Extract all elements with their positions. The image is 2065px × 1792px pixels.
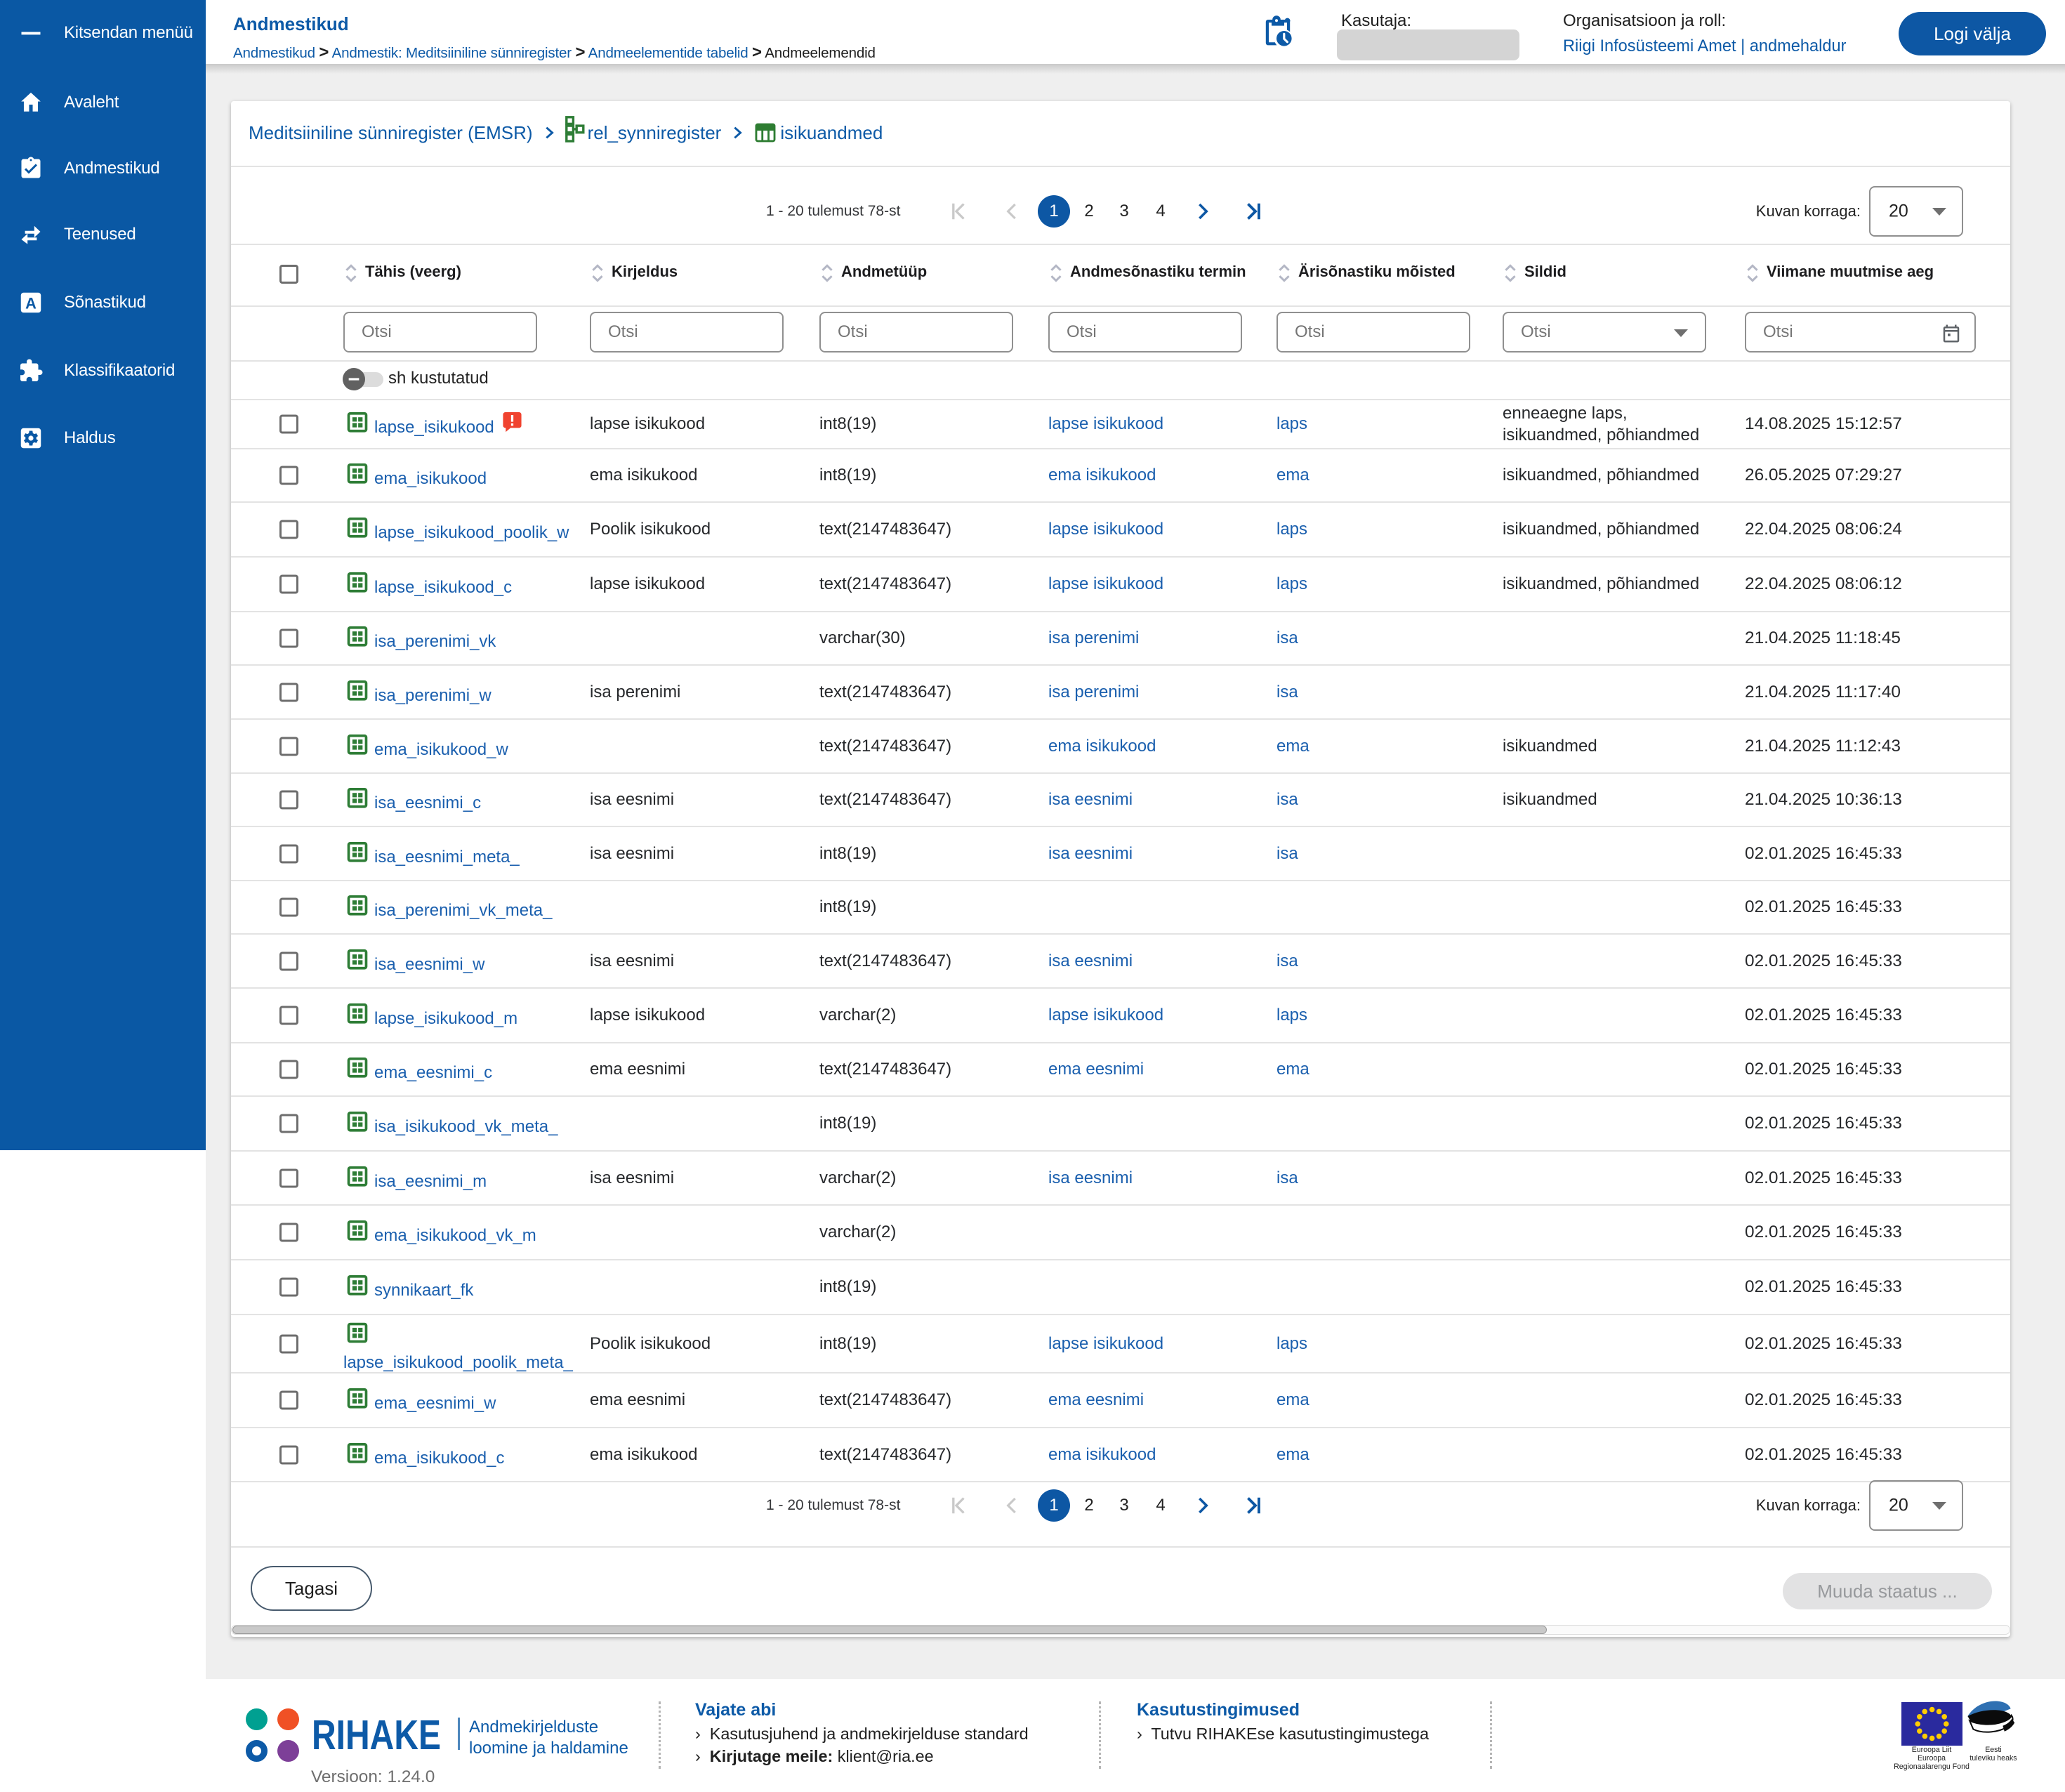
svg-text:A: A (25, 294, 37, 312)
